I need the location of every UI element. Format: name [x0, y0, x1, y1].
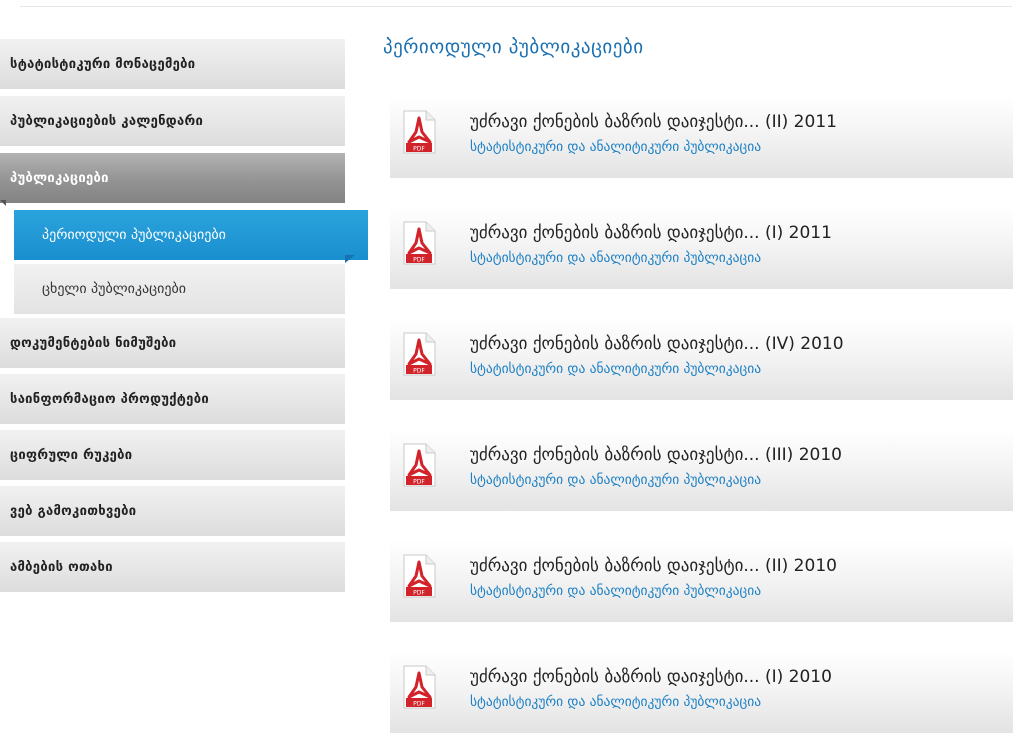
sidebar-item-label: დოკუმენტების ნიმუშები: [10, 335, 177, 351]
pdf-icon-label: PDF: [413, 368, 425, 375]
sidebar-item-label: ციფრული რუკები: [10, 447, 133, 463]
page-title: პერიოდული პუბლიკაციები: [383, 36, 644, 58]
sidebar-subitem-periodic-publications[interactable]: პერიოდული პუბლიკაციები: [14, 210, 368, 260]
sidebar-item-statistical-data[interactable]: სტატისტიკური მონაცემები: [0, 39, 345, 89]
publication-subtitle[interactable]: სტატისტიკური და ანალიტიკური პუბლიკაცია: [470, 472, 761, 488]
sidebar-item-label: პუბლიკაციები: [10, 170, 109, 186]
sidebar-item-document-samples[interactable]: დოკუმენტების ნიმუშები: [0, 318, 345, 368]
publication-subtitle[interactable]: სტატისტიკური და ანალიტიკური პუბლიკაცია: [470, 694, 761, 710]
sidebar-item-label: პუბლიკაციების კალენდარი: [10, 113, 204, 129]
sidebar-item-news-room[interactable]: ამბების ოთახი: [0, 542, 345, 592]
sidebar-item-label: ვებ გამოკითხვები: [10, 503, 137, 519]
publication-title[interactable]: უძრავი ქონების ბაზრის დაიჯესტი... (IV) 2…: [470, 334, 844, 354]
active-item-notch: [0, 200, 6, 206]
pdf-icon-label: PDF: [413, 257, 425, 264]
sidebar-item-publication-calendar[interactable]: პუბლიკაციების კალენდარი: [0, 96, 345, 146]
pdf-icon-label: PDF: [413, 479, 425, 486]
publication-subtitle[interactable]: სტატისტიკური და ანალიტიკური პუბლიკაცია: [470, 361, 761, 377]
pdf-file-icon[interactable]: PDF: [402, 443, 436, 487]
publication-title[interactable]: უძრავი ქონების ბაზრის დაიჯესტი... (III) …: [470, 445, 842, 465]
sidebar-item-digital-maps[interactable]: ციფრული რუკები: [0, 430, 345, 480]
sidebar-subitem-hot-publications[interactable]: ცხელი პუბლიკაციები: [14, 264, 345, 314]
sidebar-subitem-label: პერიოდული პუბლიკაციები: [42, 227, 226, 243]
pdf-file-icon[interactable]: PDF: [402, 554, 436, 598]
publication-item[interactable]: PDF უძრავი ქონების ბაზრის დაიჯესტი... (I…: [390, 96, 1013, 178]
sidebar-item-publications[interactable]: პუბლიკაციები: [0, 153, 345, 203]
pdf-file-icon[interactable]: PDF: [402, 221, 436, 265]
pdf-icon-label: PDF: [413, 590, 425, 597]
publication-item[interactable]: PDF უძრავი ქონების ბაზრის დაიჯესტი... (I…: [390, 651, 1013, 733]
sidebar-subitem-label: ცხელი პუბლიკაციები: [42, 281, 186, 297]
publication-subtitle[interactable]: სტატისტიკური და ანალიტიკური პუბლიკაცია: [470, 139, 761, 155]
sidebar-item-label: ამბების ოთახი: [10, 559, 113, 575]
publication-item[interactable]: PDF უძრავი ქონების ბაზრის დაიჯესტი... (I…: [390, 207, 1013, 289]
active-subitem-notch: [345, 255, 355, 263]
pdf-file-icon[interactable]: PDF: [402, 332, 436, 376]
publication-title[interactable]: უძრავი ქონების ბაზრის დაიჯესტი... (II) 2…: [470, 556, 837, 576]
publication-title[interactable]: უძრავი ქონების ბაზრის დაიჯესტი... (II) 2…: [470, 112, 837, 132]
sidebar-item-web-surveys[interactable]: ვებ გამოკითხვები: [0, 486, 345, 536]
pdf-file-icon[interactable]: PDF: [402, 110, 436, 154]
top-divider: [20, 6, 1012, 7]
pdf-icon-label: PDF: [413, 701, 425, 708]
pdf-icon-label: PDF: [413, 146, 425, 153]
publication-subtitle[interactable]: სტატისტიკური და ანალიტიკური პუბლიკაცია: [470, 583, 761, 599]
publication-subtitle[interactable]: სტატისტიკური და ანალიტიკური პუბლიკაცია: [470, 250, 761, 266]
publication-item[interactable]: PDF უძრავი ქონების ბაზრის დაიჯესტი... (I…: [390, 318, 1013, 400]
publication-title[interactable]: უძრავი ქონების ბაზრის დაიჯესტი... (I) 20…: [470, 223, 832, 243]
publication-item[interactable]: PDF უძრავი ქონების ბაზრის დაიჯესტი... (I…: [390, 429, 1013, 511]
sidebar-item-label: საინფორმაციო პროდუქტები: [10, 391, 209, 407]
sidebar-item-label: სტატისტიკური მონაცემები: [10, 56, 196, 72]
publication-title[interactable]: უძრავი ქონების ბაზრის დაიჯესტი... (I) 20…: [470, 667, 832, 687]
publication-item[interactable]: PDF უძრავი ქონების ბაზრის დაიჯესტი... (I…: [390, 540, 1013, 622]
sidebar-item-information-products[interactable]: საინფორმაციო პროდუქტები: [0, 374, 345, 424]
pdf-file-icon[interactable]: PDF: [402, 665, 436, 709]
